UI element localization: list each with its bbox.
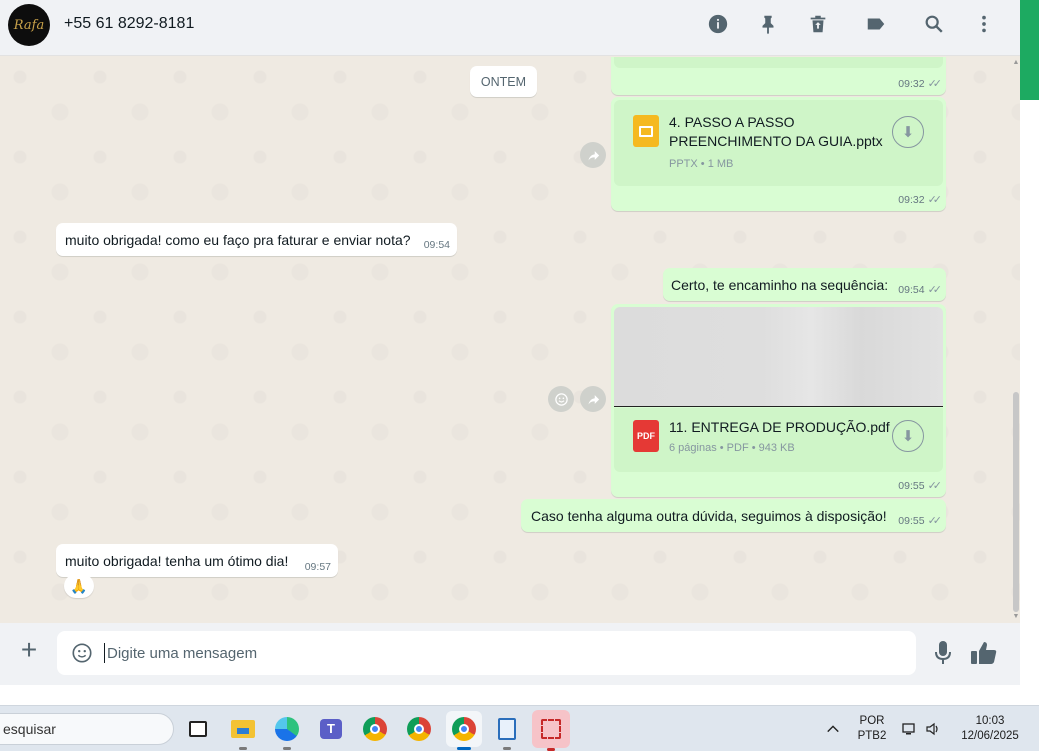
message-text: Certo, te encaminho na sequência:	[671, 277, 889, 293]
message-text: muito obrigada! tenha um ótimo dia!	[65, 553, 289, 569]
message-meta: 09:57	[305, 561, 331, 573]
label-icon[interactable]	[864, 12, 888, 36]
message-bubble-outgoing[interactable]: 09:32 ✓✓	[611, 57, 946, 95]
input-language-indicator[interactable]: POR PTB2	[856, 714, 888, 744]
message-meta: 09:54 ✓✓	[898, 283, 943, 297]
message-time: 09:32	[898, 77, 925, 90]
delete-icon[interactable]	[806, 12, 830, 36]
menu-icon[interactable]	[972, 12, 996, 36]
attach-plus-icon[interactable]: +	[16, 636, 42, 664]
document-preview-thumbnail[interactable]	[614, 307, 943, 407]
pdf-file-icon: PDF	[633, 420, 659, 452]
chrome-active-icon[interactable]	[446, 711, 482, 750]
document-card[interactable]: PDF 11. ENTREGA DE PRODUÇÃO.pdf 6 página…	[614, 408, 943, 472]
read-ticks-icon: ✓✓	[927, 78, 943, 90]
message-meta: 09:32 ✓✓	[898, 193, 943, 207]
scroll-down-arrow-icon[interactable]: ▼	[1012, 613, 1020, 621]
message-bubble-outgoing[interactable]: PDF 11. ENTREGA DE PRODUÇÃO.pdf 6 página…	[611, 304, 946, 497]
react-emoji-icon[interactable]	[548, 386, 574, 412]
message-reaction[interactable]: 🙏	[64, 574, 94, 598]
sticker-emoji-icon[interactable]	[71, 642, 93, 664]
document-title: 11. ENTREGA DE PRODUÇÃO.pdf	[669, 419, 890, 435]
date-separator: ONTEM	[470, 66, 537, 97]
chat-scrollbar[interactable]	[1012, 57, 1020, 623]
message-bubble-outgoing[interactable]: Caso tenha alguma outra dúvida, seguimos…	[521, 499, 946, 532]
document-details: 6 páginas • PDF • 943 KB	[669, 442, 795, 454]
download-icon: ⬇	[901, 428, 915, 445]
message-bubble-incoming[interactable]: muito obrigada! como eu faço pra faturar…	[56, 223, 457, 256]
teams-icon[interactable]: T	[316, 714, 346, 744]
message-time: 09:57	[304, 561, 331, 573]
document-details: PPTX • 1 MB	[669, 158, 734, 170]
read-ticks-icon: ✓✓	[927, 284, 943, 296]
forward-icon[interactable]	[580, 386, 606, 412]
message-bubble-incoming[interactable]: muito obrigada! tenha um ótimo dia! 09:5…	[56, 544, 338, 577]
download-button[interactable]: ⬇	[892, 420, 924, 452]
notepad-icon[interactable]	[492, 714, 522, 750]
message-bubble-outgoing[interactable]: Certo, te encaminho na sequência: 09:54 …	[663, 268, 946, 301]
message-text: Caso tenha alguma outra dúvida, seguimos…	[531, 508, 887, 524]
message-time: 09:54	[423, 239, 450, 251]
chrome-icon[interactable]	[360, 714, 390, 744]
message-input-box[interactable]	[57, 631, 916, 675]
message-time: 09:32	[898, 193, 925, 206]
volume-icon[interactable]	[922, 714, 944, 744]
message-meta: 09:55 ✓✓	[898, 479, 943, 493]
download-icon: ⬇	[901, 124, 915, 141]
document-title: 4. PASSO A PASSO PREENCHIMENTO DA GUIA.p…	[669, 114, 883, 149]
message-time: 09:55	[898, 514, 925, 527]
chevron-up-icon[interactable]	[822, 714, 844, 744]
message-time: 09:54	[898, 283, 925, 296]
message-meta: 09:32 ✓✓	[898, 77, 943, 91]
read-ticks-icon: ✓✓	[927, 194, 943, 206]
message-bubble-outgoing[interactable]: 4. PASSO A PASSO PREENCHIMENTO DA GUIA.p…	[611, 97, 946, 211]
text-caret	[104, 643, 105, 663]
snipping-tool-icon[interactable]	[532, 710, 570, 751]
search-icon[interactable]	[922, 12, 946, 36]
download-button[interactable]: ⬇	[892, 116, 924, 148]
task-view-icon[interactable]	[183, 714, 213, 744]
message-input[interactable]	[107, 637, 887, 669]
read-ticks-icon: ✓✓	[927, 480, 943, 492]
info-icon[interactable]	[706, 12, 730, 36]
message-meta: 09:54	[424, 239, 450, 251]
scroll-up-arrow-icon[interactable]: ▲	[1012, 59, 1020, 67]
thumbs-up-icon[interactable]	[970, 640, 998, 666]
contact-name[interactable]: +55 61 8292-8181	[64, 15, 194, 33]
message-meta: 09:55 ✓✓	[898, 514, 943, 528]
forward-icon[interactable]	[580, 142, 606, 168]
microphone-icon[interactable]	[933, 640, 953, 666]
chat-area[interactable]: 09:32 ✓✓ ONTEM 4. PASSO A PASSO PREENCHI…	[0, 57, 1020, 623]
message-time: 09:55	[898, 479, 925, 492]
chrome-profile-icon[interactable]	[404, 714, 434, 744]
windows-taskbar: esquisar T POR PTB2 10:03 12/06/2025	[0, 705, 1039, 751]
message-composer: +	[0, 623, 1020, 685]
edge-browser-icon[interactable]	[272, 714, 302, 750]
message-text: muito obrigada! como eu faço pra faturar…	[65, 232, 411, 248]
clock[interactable]: 10:03 12/06/2025	[952, 714, 1028, 744]
taskbar-search[interactable]: esquisar	[0, 713, 174, 745]
pptx-file-icon	[633, 115, 659, 147]
read-ticks-icon: ✓✓	[927, 515, 943, 527]
network-icon[interactable]	[898, 714, 920, 744]
chat-header: Rafa +55 61 8292-8181	[0, 0, 1020, 56]
file-explorer-icon[interactable]	[228, 714, 258, 750]
window-bottom-edge	[0, 685, 1039, 705]
avatar[interactable]: Rafa	[8, 4, 50, 46]
window-edge-strip	[1020, 0, 1039, 705]
pin-icon[interactable]	[756, 12, 780, 36]
document-card[interactable]: 4. PASSO A PASSO PREENCHIMENTO DA GUIA.p…	[614, 100, 943, 186]
